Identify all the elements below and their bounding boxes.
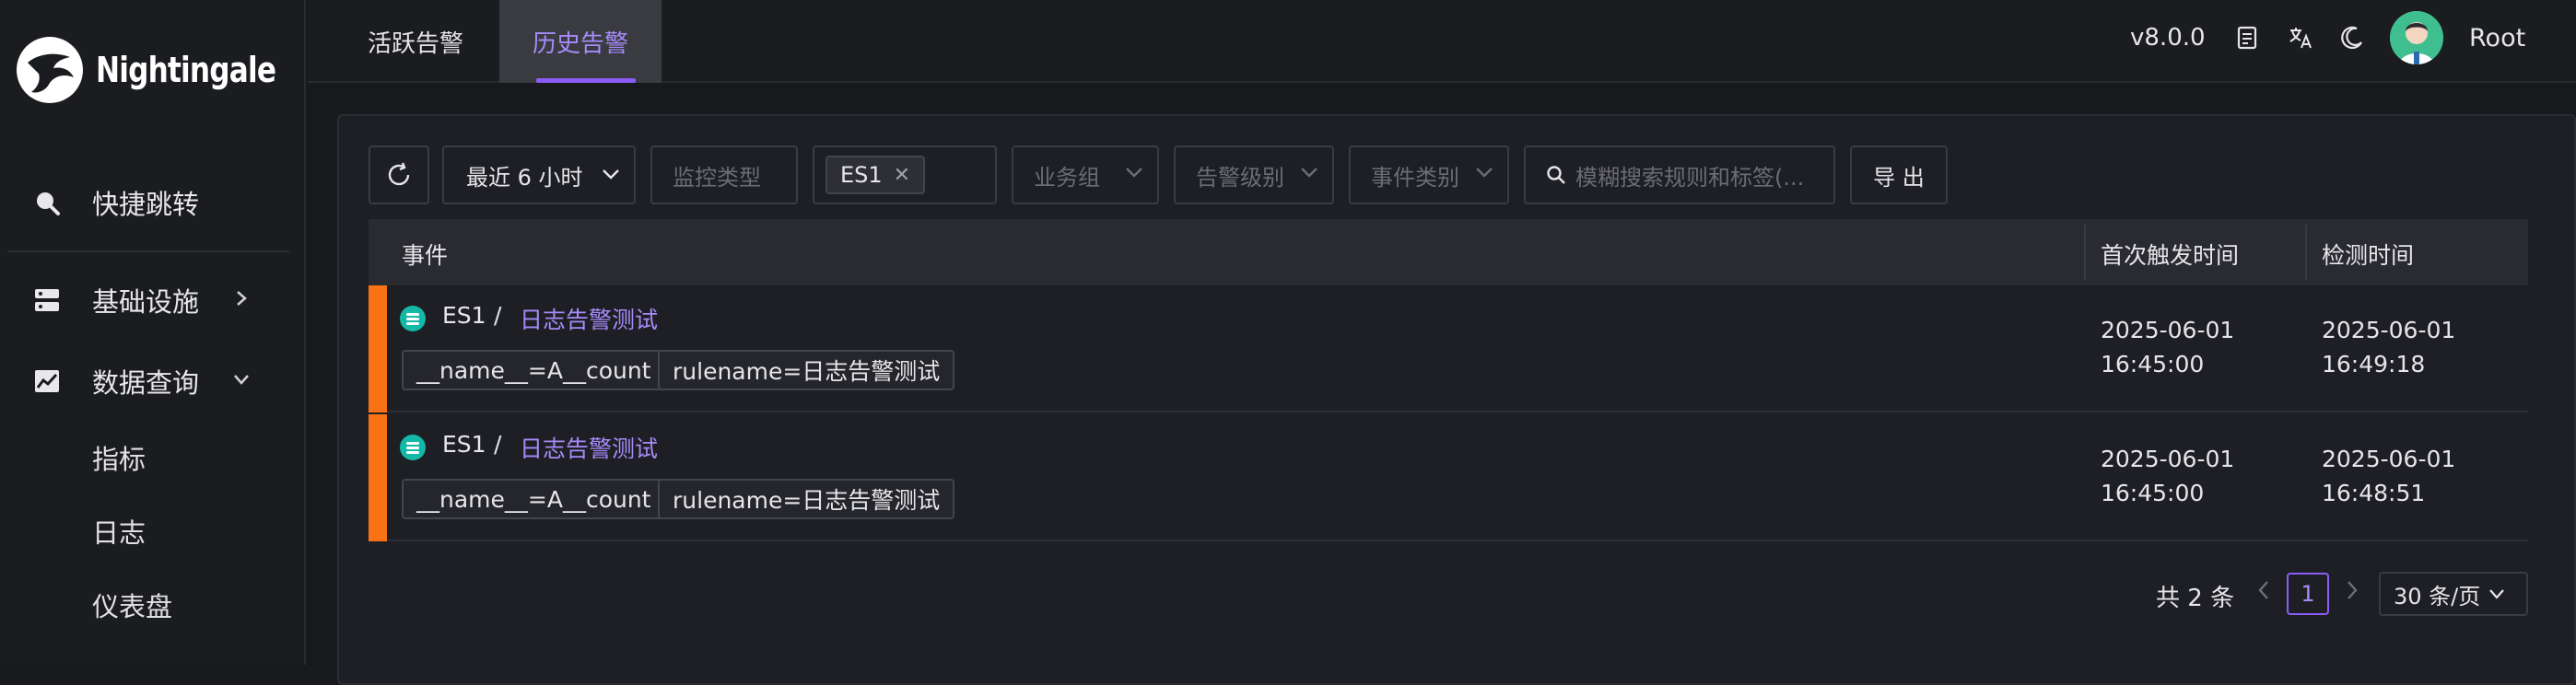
chart-line-icon — [31, 366, 63, 397]
version-label: v8.0.0 — [2130, 24, 2206, 52]
monitor-type-select[interactable]: 监控类型 — [650, 145, 798, 204]
tab-active-alerts[interactable]: 活跃告警 — [341, 0, 490, 83]
chevron-down-icon — [2489, 589, 2505, 599]
pagination-page-button[interactable]: 1 — [2287, 573, 2329, 615]
search-icon — [1547, 166, 1565, 184]
datasource-name: ES1 — [442, 302, 486, 329]
datasource-select[interactable]: ES1 ✕ — [813, 145, 997, 204]
sidebar-subitem-logs[interactable]: 日志 — [92, 512, 146, 551]
moon-icon[interactable] — [2336, 22, 2368, 53]
column-header-first-trigger-time: 首次触发时间 — [2101, 242, 2240, 269]
event-type-placeholder: 事件类别 — [1371, 164, 1459, 191]
search-placeholder: 模糊搜索规则和标签(... — [1575, 164, 1805, 191]
column-divider — [2305, 225, 2307, 280]
page-size-select[interactable]: 30 条/页 — [2379, 572, 2528, 616]
chevron-down-icon — [1124, 162, 1144, 188]
check-date: 2025-06-01 — [2322, 317, 2456, 343]
event-label-tag[interactable]: __name__=A__count — [402, 350, 666, 390]
nightingale-bird-icon — [17, 37, 83, 103]
translate-icon[interactable] — [2285, 22, 2316, 53]
username[interactable]: Root — [2469, 24, 2525, 52]
sidebar-item-label: 基础设施 — [92, 286, 200, 318]
pagination-total: 共 2 条 — [2156, 585, 2235, 612]
sidebar-item-infrastructure[interactable]: 基础设施 — [0, 271, 304, 330]
first-trigger-time: 16:45:00 — [2101, 480, 2205, 506]
severity-placeholder: 告警级别 — [1196, 164, 1284, 191]
business-group-placeholder: 业务组 — [1034, 164, 1100, 191]
top-bar: 活跃告警 历史告警 v8.0.0 Root — [308, 0, 2576, 83]
severity-select[interactable]: 告警级别 — [1174, 145, 1334, 204]
server-icon — [31, 284, 63, 316]
sidebar-subitem-metrics[interactable]: 指标 — [92, 438, 146, 477]
datasource-tag[interactable]: ES1 ✕ — [825, 156, 926, 194]
event-label-tag[interactable]: rulename=日志告警测试 — [658, 479, 955, 519]
tab-history-alerts[interactable]: 历史告警 — [499, 0, 662, 83]
separator: / — [494, 431, 502, 458]
page-size-value: 30 条/页 — [2394, 583, 2481, 610]
datasource-tag-label: ES1 — [840, 162, 883, 188]
sidebar: Nightingale 快捷跳转 基础设施 数据查询 指标 日志 仪表盘 — [0, 0, 306, 665]
sidebar-divider — [7, 250, 289, 252]
elasticsearch-icon — [400, 306, 426, 331]
check-date: 2025-06-01 — [2322, 446, 2456, 472]
sidebar-item-data-query[interactable]: 数据查询 — [0, 352, 304, 411]
separator: / — [494, 302, 502, 329]
refresh-button[interactable] — [369, 145, 429, 204]
check-time: 16:48:51 — [2322, 480, 2426, 506]
chevron-left-icon[interactable] — [2255, 578, 2272, 609]
app-logo[interactable]: Nightingale — [15, 33, 315, 107]
event-type-select[interactable]: 事件类别 — [1349, 145, 1509, 204]
check-time: 16:49:18 — [2322, 351, 2426, 377]
chevron-down-icon — [232, 368, 251, 394]
business-group-select[interactable]: 业务组 — [1012, 145, 1159, 204]
rule-name-link[interactable]: 日志告警测试 — [520, 431, 658, 464]
search-input[interactable]: 模糊搜索规则和标签(... — [1524, 145, 1835, 204]
sidebar-item-label: 快捷跳转 — [92, 189, 200, 220]
first-trigger-date: 2025-06-01 — [2101, 317, 2235, 343]
elasticsearch-icon — [400, 435, 426, 460]
table-header: 事件 首次触发时间 检测时间 — [369, 219, 2528, 285]
table-row[interactable]: ES1 / 日志告警测试 __name__=A__count rulename=… — [369, 285, 2528, 412]
refresh-icon — [388, 162, 410, 186]
column-header-event: 事件 — [402, 242, 449, 269]
chevron-down-icon — [601, 164, 621, 190]
first-trigger-time: 16:45:00 — [2101, 351, 2205, 377]
sidebar-item-label: 数据查询 — [92, 367, 200, 399]
rule-name-link[interactable]: 日志告警测试 — [520, 302, 658, 335]
column-divider — [2084, 225, 2086, 280]
monitor-type-placeholder: 监控类型 — [673, 164, 761, 191]
time-range-select[interactable]: 最近 6 小时 — [442, 145, 636, 204]
time-range-value: 最近 6 小时 — [466, 164, 583, 191]
chevron-down-icon — [1474, 162, 1494, 188]
avatar[interactable] — [2390, 11, 2443, 64]
export-button[interactable]: 导 出 — [1850, 145, 1948, 204]
export-label: 导 出 — [1873, 164, 1925, 191]
severity-bar — [369, 414, 387, 541]
app-name: Nightingale — [96, 50, 276, 90]
sidebar-subitem-dashboards[interactable]: 仪表盘 — [92, 586, 172, 624]
table-row[interactable]: ES1 / 日志告警测试 __name__=A__count rulename=… — [369, 414, 2528, 541]
event-label-tag[interactable]: __name__=A__count — [402, 479, 666, 519]
chevron-right-icon — [232, 287, 251, 313]
severity-bar — [369, 285, 387, 412]
notes-icon[interactable] — [2231, 22, 2263, 53]
first-trigger-date: 2025-06-01 — [2101, 446, 2235, 472]
datasource-name: ES1 — [442, 431, 486, 458]
chevron-down-icon — [1299, 162, 1319, 188]
chevron-right-icon[interactable] — [2344, 578, 2360, 609]
sidebar-item-quick-jump[interactable]: 快捷跳转 — [0, 173, 304, 232]
close-icon[interactable]: ✕ — [894, 164, 910, 187]
event-label-tag[interactable]: rulename=日志告警测试 — [658, 350, 955, 390]
column-header-check-time: 检测时间 — [2322, 242, 2415, 269]
search-icon — [31, 187, 63, 218]
